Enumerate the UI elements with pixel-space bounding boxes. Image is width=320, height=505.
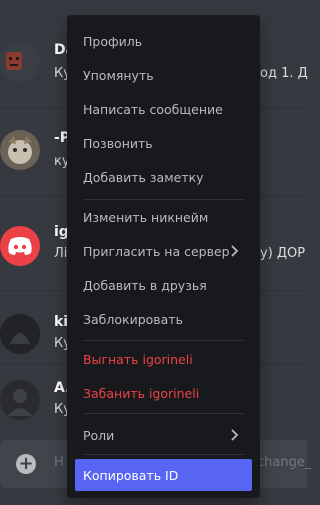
plus-icon[interactable]: +	[16, 454, 36, 474]
menu-item-label: Добавить в друзья	[83, 277, 207, 293]
menu-item-block[interactable]: Заблокировать	[75, 303, 252, 335]
menu-item-label: Изменить никнейм	[83, 209, 209, 225]
menu-item-call[interactable]: Позвонить	[75, 127, 252, 159]
menu-item-label: Профиль	[83, 33, 143, 49]
message-input-placeholder-tail: change_	[257, 455, 312, 470]
avatar[interactable]	[0, 130, 40, 170]
menu-item-label: Пригласить на сервер	[83, 243, 230, 259]
menu-item-label: Роли	[83, 427, 115, 443]
menu-item-label: Добавить заметку	[83, 169, 204, 185]
menu-item-label: Заблокировать	[83, 311, 183, 327]
menu-item-ban[interactable]: Забанить igorineli	[75, 377, 252, 409]
message-input-placeholder: Н	[54, 455, 64, 470]
menu-item-add-note[interactable]: Добавить заметку	[75, 161, 252, 193]
message-preview-tail: у) ДОР	[260, 246, 306, 261]
menu-item-profile[interactable]: Профиль	[75, 25, 252, 57]
menu-item-label: Выгнать igorineli	[83, 351, 193, 367]
message-preview-tail: од 1. Д	[260, 66, 308, 81]
avatar[interactable]	[0, 314, 40, 354]
menu-item-label: Упомянуть	[83, 67, 154, 83]
avatar[interactable]	[0, 42, 40, 82]
menu-item-kick[interactable]: Выгнать igorineli	[75, 343, 252, 375]
menu-item-change-nickname[interactable]: Изменить никнейм	[75, 201, 252, 233]
menu-separator	[83, 454, 244, 455]
menu-separator	[83, 413, 244, 414]
chevron-right-icon	[231, 245, 239, 257]
menu-item-label: Забанить igorineli	[83, 385, 200, 401]
user-context-menu: Профиль Упомянуть Написать сообщение Поз…	[67, 15, 260, 498]
menu-item-label: Написать сообщение	[83, 101, 223, 117]
menu-item-invite-to-server[interactable]: Пригласить на сервер	[75, 235, 252, 267]
menu-separator	[83, 340, 244, 341]
menu-item-label: Позвонить	[83, 135, 153, 151]
menu-item-copy-id[interactable]: Копировать ID	[75, 459, 252, 491]
message-preview: Лі	[54, 246, 68, 261]
menu-item-message[interactable]: Написать сообщение	[75, 93, 252, 125]
discord-logo-icon	[8, 237, 32, 255]
menu-separator	[83, 199, 244, 200]
menu-item-mention[interactable]: Упомянуть	[75, 59, 252, 91]
menu-item-add-friend[interactable]: Добавить в друзья	[75, 269, 252, 301]
menu-item-label: Копировать ID	[83, 467, 179, 483]
chevron-right-icon	[231, 429, 239, 441]
avatar[interactable]	[0, 226, 40, 266]
avatar[interactable]	[0, 380, 40, 420]
menu-item-roles[interactable]: Роли	[75, 419, 252, 451]
